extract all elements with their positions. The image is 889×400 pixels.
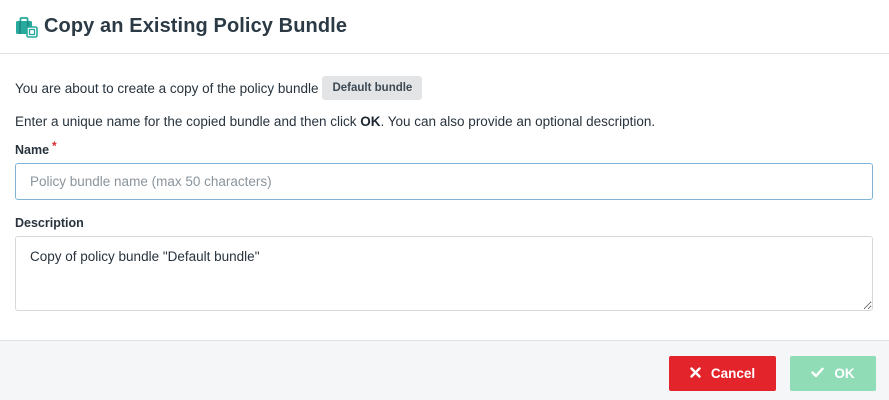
instructions-text: Enter a unique name for the copied bundl…: [15, 114, 873, 129]
description-label-text: Description: [15, 216, 84, 230]
close-icon: [690, 367, 701, 380]
description-field-label: Description: [15, 216, 873, 230]
cancel-button-label: Cancel: [710, 366, 756, 381]
ok-button[interactable]: OK: [790, 356, 876, 391]
check-icon: [811, 367, 825, 380]
name-input[interactable]: [15, 163, 873, 200]
cancel-button[interactable]: Cancel: [669, 356, 776, 391]
instructions-before-ok: Enter a unique name for the copied bundl…: [15, 114, 361, 129]
name-label-text: Name: [15, 143, 50, 157]
instructions-ok-word: OK: [360, 114, 381, 129]
dialog-body: You are about to create a copy of the po…: [0, 54, 889, 311]
dialog-title: Copy an Existing Policy Bundle: [44, 15, 348, 37]
dialog-footer: Cancel OK: [0, 340, 889, 400]
bundle-name-badge: Default bundle: [322, 76, 423, 100]
briefcase-copy-icon: [14, 16, 38, 38]
ok-button-label: OK: [834, 366, 855, 381]
instructions-after-ok: . You can also provide an optional descr…: [380, 114, 656, 129]
name-field-label: Name *: [15, 139, 873, 157]
intro-text: You are about to create a copy of the po…: [15, 80, 319, 96]
required-marker: *: [52, 139, 57, 153]
copy-bundle-dialog: Copy an Existing Policy Bundle You are a…: [0, 0, 889, 400]
dialog-header: Copy an Existing Policy Bundle: [0, 0, 889, 54]
intro-line: You are about to create a copy of the po…: [15, 76, 873, 100]
description-textarea[interactable]: [15, 236, 873, 311]
